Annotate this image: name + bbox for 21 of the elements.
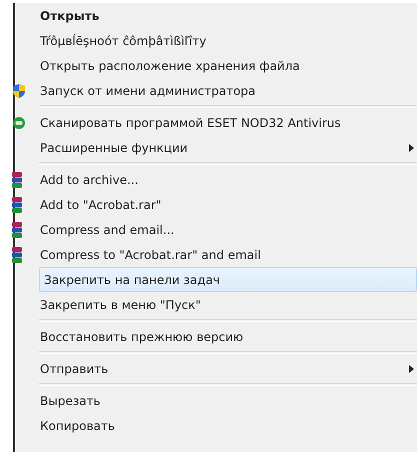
archive-books-icon: [12, 246, 22, 262]
menu-item[interactable]: Compress and email...: [15, 217, 417, 242]
menu-item[interactable]: Отправить: [15, 356, 417, 381]
menu-item[interactable]: Add to archive...: [15, 167, 417, 192]
shield-icon: [12, 82, 26, 98]
menu-item[interactable]: Копировать: [15, 413, 417, 438]
archive-books-icon: [12, 222, 22, 238]
menu-item[interactable]: Вырезать: [15, 388, 417, 413]
menu-item[interactable]: Compress to "Acrobat.rar" and email: [15, 242, 417, 267]
archive-books-icon: [12, 196, 22, 212]
menu-item[interactable]: Add to "Acrobat.rar": [15, 192, 417, 217]
menu-item[interactable]: Расширенные функции: [15, 135, 417, 160]
menu-item[interactable]: Восстановить прежнюю версию: [15, 324, 417, 349]
menu-item[interactable]: Сканировать программой ESET NOD32 Antivirus: [15, 110, 417, 135]
menu-item[interactable]: Закрепить на панели задач: [39, 267, 417, 292]
menu-item[interactable]: Закрепить в меню "Пуск": [15, 292, 417, 317]
menu-item[interactable]: Открыть расположение хранения файла: [15, 53, 417, 78]
menu-item[interactable]: Открыть: [15, 3, 417, 28]
menu-item[interactable]: Tŕôµвĺēşнoóт ĉômþâтìßìľîтy: [15, 28, 417, 53]
menu-item[interactable]: Запуск от имени администратора: [15, 78, 417, 103]
archive-books-icon: [12, 172, 22, 188]
